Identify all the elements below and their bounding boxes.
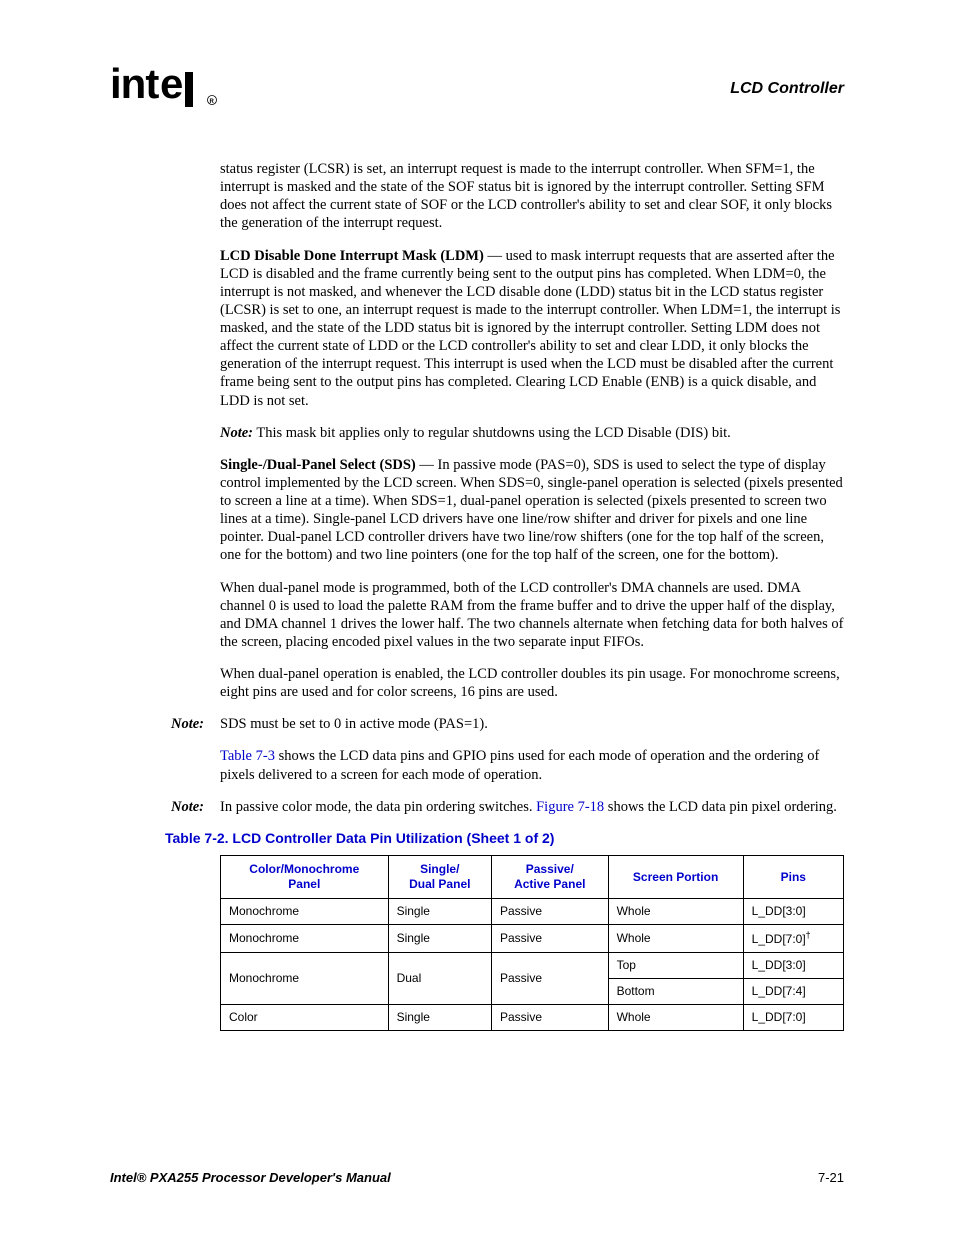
table-reference-link[interactable]: Table 7-3	[220, 748, 275, 764]
note-text: SDS must be set to 0 in active mode (PAS…	[220, 715, 844, 733]
col-header: Single/Dual Panel	[388, 856, 491, 899]
col-header: Color/MonochromePanel	[221, 856, 389, 899]
paragraph: When dual-panel mode is programmed, both…	[220, 579, 844, 652]
page-footer: Intel® PXA255 Processor Developer's Manu…	[110, 1170, 844, 1185]
svg-text:e: e	[160, 60, 182, 107]
paragraph-text: shows the LCD data pins and GPIO pins us…	[220, 748, 819, 782]
table-row: Color Single Passive Whole L_DD[7:0]	[221, 1005, 844, 1031]
page-number: 7-21	[818, 1170, 844, 1185]
table-row: Monochrome Single Passive Whole L_DD[3:0…	[221, 899, 844, 925]
footer-title: Intel® PXA255 Processor Developer's Manu…	[110, 1170, 391, 1185]
note-label: Note:	[110, 715, 220, 733]
body-content: status register (LCSR) is set, an interr…	[220, 160, 844, 1031]
section-title: LCD Controller	[730, 80, 844, 98]
paragraph: Single-/Dual-Panel Select (SDS) — In pas…	[220, 456, 844, 565]
svg-text:int: int	[110, 60, 159, 107]
paragraph-text: — used to mask interrupt requests that a…	[220, 248, 840, 409]
col-header: Passive/Active Panel	[491, 856, 608, 899]
intel-logo: int e R	[110, 60, 220, 120]
col-header: Screen Portion	[608, 856, 743, 899]
figure-reference-link[interactable]: Figure 7-18	[536, 799, 604, 815]
note-block: Note: In passive color mode, the data pi…	[220, 798, 844, 816]
note-text: This mask bit applies only to regular sh…	[253, 425, 731, 441]
table-caption: Table 7-2. LCD Controller Data Pin Utili…	[165, 830, 844, 848]
paragraph: Table 7-3 shows the LCD data pins and GP…	[220, 747, 844, 783]
table-row: Monochrome Dual Passive Top L_DD[3:0]	[221, 953, 844, 979]
data-pin-table: Color/MonochromePanel Single/Dual Panel …	[220, 855, 844, 1031]
note-label: Note:	[110, 798, 220, 816]
page-header: int e R LCD Controller	[110, 60, 844, 120]
paragraph: LCD Disable Done Interrupt Mask (LDM) — …	[220, 247, 844, 410]
note-block: Note: SDS must be set to 0 in active mod…	[220, 715, 844, 733]
col-header: Pins	[743, 856, 843, 899]
paragraph: status register (LCSR) is set, an interr…	[220, 160, 844, 233]
term: Single-/Dual-Panel Select (SDS)	[220, 457, 416, 473]
table-row: Monochrome Single Passive Whole L_DD[7:0…	[221, 925, 844, 953]
inline-note: Note: This mask bit applies only to regu…	[220, 424, 844, 442]
table-header-row: Color/MonochromePanel Single/Dual Panel …	[221, 856, 844, 899]
note-label: Note:	[220, 425, 253, 441]
term: LCD Disable Done Interrupt Mask (LDM)	[220, 248, 484, 264]
note-text: In passive color mode, the data pin orde…	[220, 798, 844, 816]
paragraph: When dual-panel operation is enabled, th…	[220, 665, 844, 701]
